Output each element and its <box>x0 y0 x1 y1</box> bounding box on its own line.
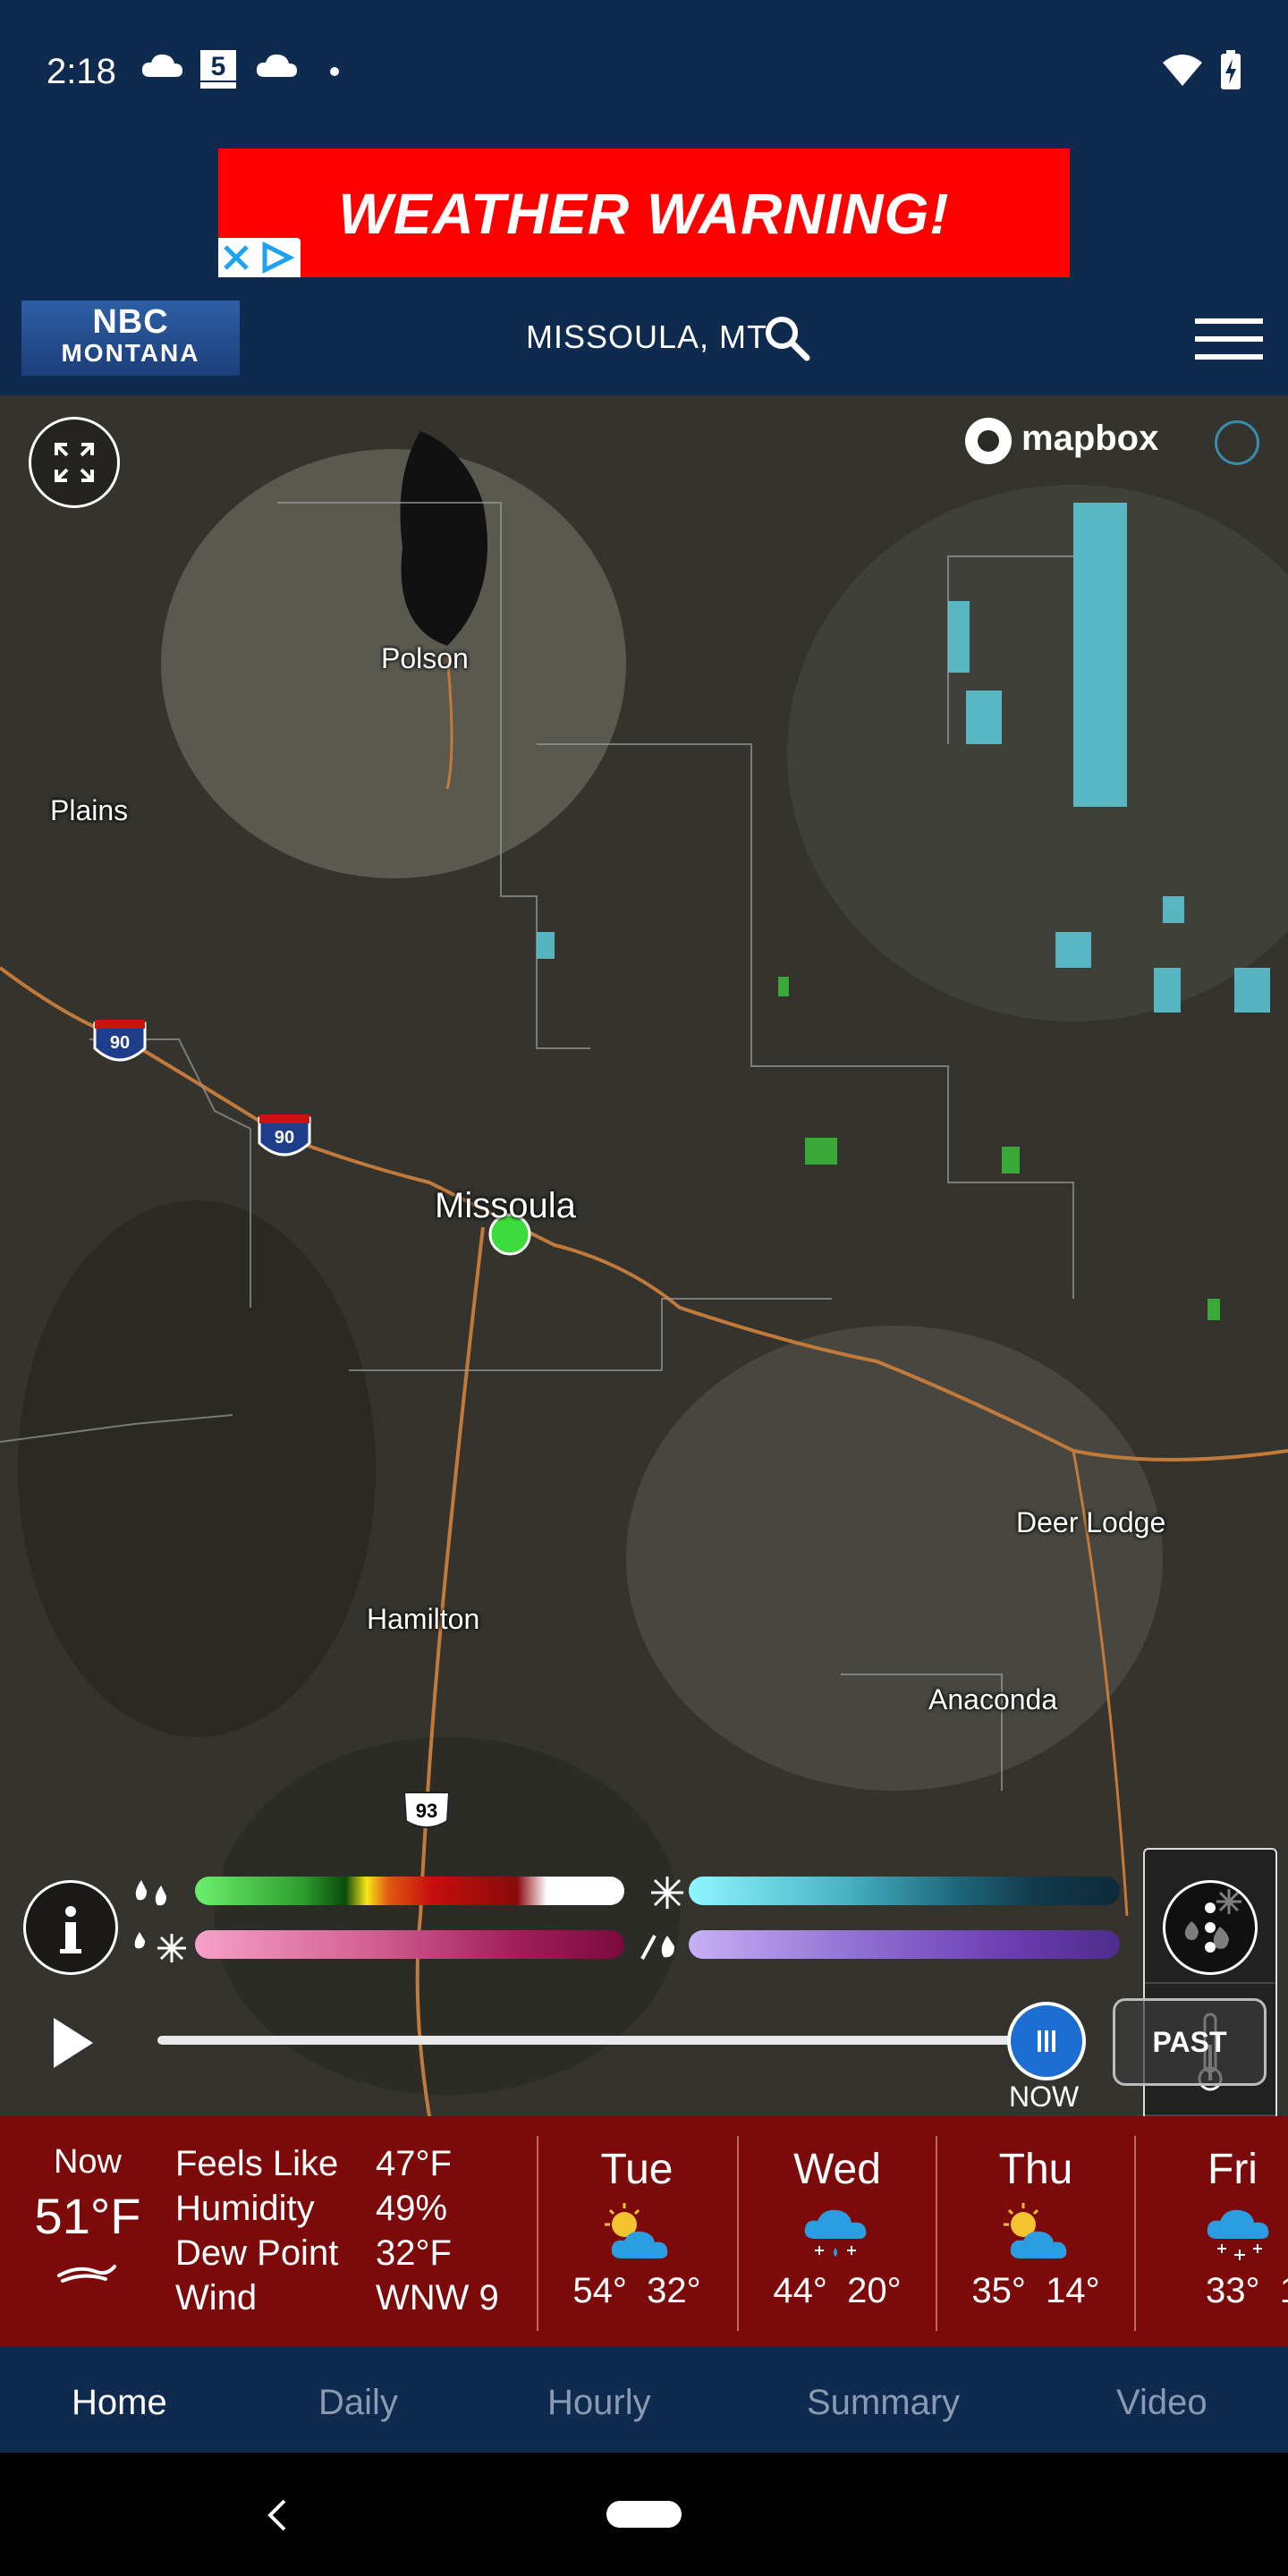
mix-intensity-legend <box>195 1930 624 1959</box>
info-icon <box>60 1906 81 1953</box>
ice-intensity-legend <box>689 1930 1120 1959</box>
snow-icon <box>1207 2209 1269 2260</box>
tab-video[interactable]: Video <box>1116 2383 1208 2423</box>
wifi-icon <box>1163 55 1202 86</box>
humidity-label: Humidity <box>175 2189 315 2228</box>
hamburger-menu-icon[interactable] <box>1195 315 1263 365</box>
low-temp: 20° <box>847 2271 902 2310</box>
rain-snow-icon <box>804 2209 867 2257</box>
day-name: Thu <box>998 2146 1073 2193</box>
forecast-strip[interactable]: Now 51°F Feels Like Humidity Dew Point W… <box>0 2116 1288 2347</box>
humidity-value: 49% <box>376 2189 448 2228</box>
feels-like-value: 47°F <box>376 2144 452 2183</box>
rain-intensity-legend <box>195 1877 624 1905</box>
forecast-day-tue[interactable]: Tue 54° 32° <box>538 2116 735 2311</box>
dew-point-value: 32°F <box>376 2233 452 2273</box>
forecast-day-wed[interactable]: Wed 44° 20° <box>739 2116 936 2311</box>
map-attribution-info-icon[interactable] <box>1215 420 1259 465</box>
past-button[interactable]: PAST <box>1113 1998 1267 2086</box>
highway-shield-label: 90 <box>110 1033 130 1053</box>
status-bar: 2:18 5 <box>0 0 1288 143</box>
timeline-scrubber[interactable] <box>1007 2002 1086 2080</box>
first-alert-icon: 5 <box>200 50 236 89</box>
low-temp: 32° <box>647 2271 701 2310</box>
low-temp: 14° <box>1046 2271 1100 2310</box>
terrain-layer: 90 90 93 <box>0 395 1288 2116</box>
svg-text:5: 5 <box>211 52 226 81</box>
logo-text-nbc: NBC <box>92 303 169 341</box>
high-temp: 44° <box>773 2271 827 2310</box>
system-nav-bar <box>0 2453 1288 2576</box>
search-icon[interactable] <box>762 313 812 363</box>
home-gesture-pill[interactable] <box>606 2501 682 2528</box>
low-temp: 1 <box>1280 2271 1288 2310</box>
cloud-icon <box>256 54 297 77</box>
forecast-day-fri[interactable]: Fri 33° 1 <box>1136 2116 1288 2311</box>
current-temp: 51°F <box>34 2188 141 2244</box>
now-label: Now <box>53 2143 123 2181</box>
day-name: Wed <box>793 2146 881 2193</box>
snow-legend-icon <box>651 1877 683 1909</box>
tab-home[interactable]: Home <box>72 2383 167 2423</box>
nbc-montana-logo[interactable]: NBC MONTANA <box>21 301 240 376</box>
current-temp-block: Now 51°F <box>0 2116 175 2292</box>
high-temp: 35° <box>971 2271 1026 2310</box>
city-label-hamilton: Hamilton <box>367 1603 480 1635</box>
city-label-anaconda: Anaconda <box>928 1683 1058 1716</box>
back-icon[interactable] <box>265 2497 290 2533</box>
day-name: Fri <box>1208 2146 1258 2193</box>
mapbox-logo-icon <box>965 418 1012 464</box>
high-temp: 54° <box>572 2271 627 2310</box>
conditions-labels: Feels Like Humidity Dew Point Wind <box>175 2141 338 2320</box>
city-label-polson: Polson <box>381 642 469 674</box>
more-vertical-icon <box>1205 1902 1216 1953</box>
tab-daily[interactable]: Daily <box>318 2383 398 2423</box>
more-options-button[interactable] <box>1163 1880 1258 1975</box>
highway-shield-label: 93 <box>416 1800 437 1822</box>
forecast-day-thu[interactable]: Thu 35° 14° <box>937 2116 1134 2311</box>
wind-icon <box>57 2265 116 2283</box>
interstate-shield: 90 <box>93 1020 147 1062</box>
expand-icon <box>55 443 94 482</box>
radar-map[interactable]: 90 90 93 Polson Plains Missoula Deer Lod… <box>0 395 1288 2116</box>
logo-text-montana: MONTANA <box>61 339 200 367</box>
partly-cloudy-icon <box>1004 2203 1067 2258</box>
grip-icon <box>1038 2030 1055 2052</box>
fullscreen-button[interactable] <box>29 417 120 508</box>
location-label[interactable]: MISSOULA, MT <box>526 318 767 356</box>
wind-value: WNW 9 <box>376 2278 499 2318</box>
timeline-track[interactable] <box>157 2036 1043 2045</box>
high-temp: 33° <box>1206 2271 1260 2310</box>
app-header: NBC MONTANA MISSOULA, MT <box>0 286 1288 395</box>
play-icon[interactable] <box>50 2016 97 2070</box>
ice-legend-icon <box>640 1935 674 1960</box>
battery-charging-icon <box>1221 50 1241 89</box>
legend-info-button[interactable] <box>23 1880 118 1975</box>
cloud-icon <box>141 54 182 77</box>
timeline-now-label: NOW <box>1009 2080 1080 2113</box>
city-label-plains: Plains <box>50 794 129 826</box>
rain-legend-icon <box>135 1880 166 1906</box>
mix-legend-icon <box>134 1932 186 1962</box>
tab-hourly[interactable]: Hourly <box>547 2383 651 2423</box>
ad-text: WEATHER WARNING! <box>338 182 950 246</box>
notification-dot-icon <box>330 67 339 76</box>
bottom-tab-bar: Home Daily Hourly Summary Video <box>0 2347 1288 2453</box>
status-time: 2:18 <box>47 52 116 91</box>
day-name: Tue <box>600 2146 674 2193</box>
city-label-missoula: Missoula <box>435 1186 576 1225</box>
highway-shield-label: 90 <box>275 1128 294 1148</box>
conditions-values: 47°F 49% 32°F WNW 9 <box>376 2141 499 2320</box>
wind-label: Wind <box>175 2278 258 2318</box>
snow-intensity-legend <box>689 1877 1120 1905</box>
mapbox-attribution[interactable]: mapbox <box>1021 419 1158 459</box>
ad-choices-badge[interactable] <box>218 238 301 277</box>
city-label-deer-lodge: Deer Lodge <box>1016 1506 1166 1538</box>
tab-summary[interactable]: Summary <box>807 2383 960 2423</box>
partly-cloudy-icon <box>605 2203 668 2258</box>
ad-close-icon[interactable] <box>218 238 301 277</box>
dew-point-label: Dew Point <box>175 2233 339 2273</box>
feels-like-label: Feels Like <box>175 2144 339 2183</box>
ad-banner[interactable]: WEATHER WARNING! <box>218 148 1070 277</box>
